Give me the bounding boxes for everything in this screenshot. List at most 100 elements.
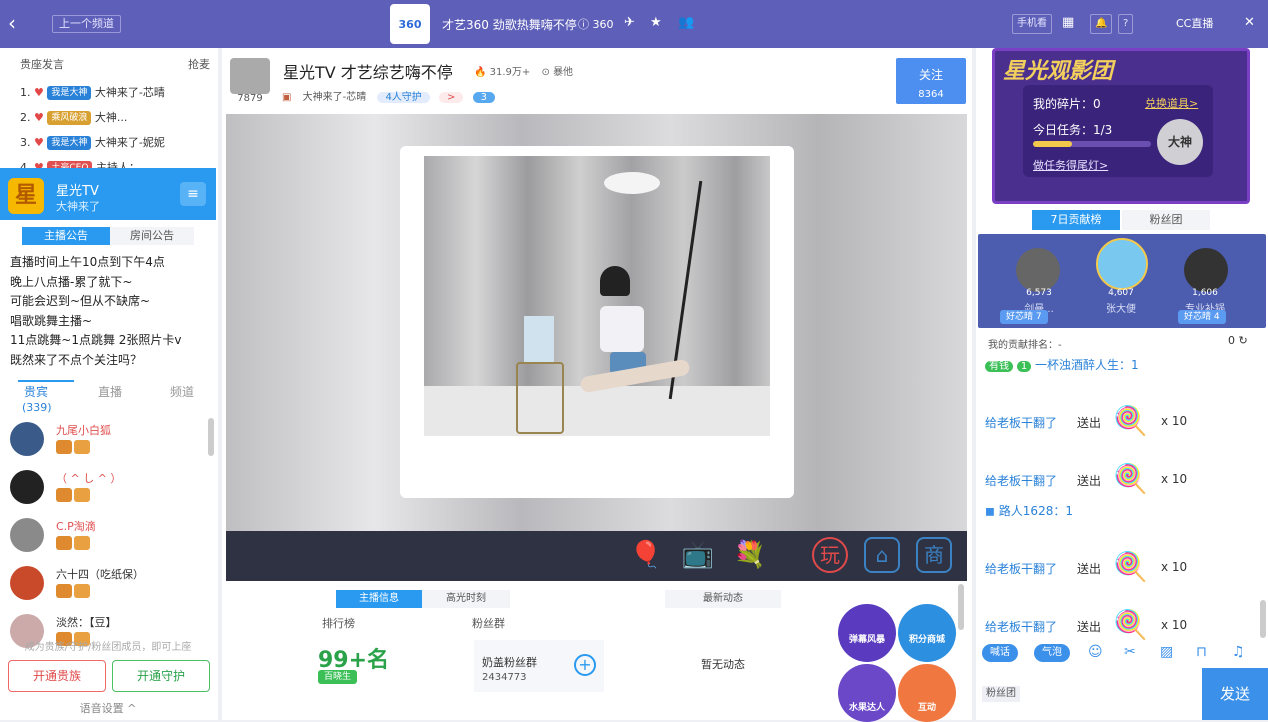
- banner-inner: 我的碎片：0 兑换道具> 今日任务：1/3 做任务得尾灯> 大神: [1023, 85, 1213, 177]
- bag-icon[interactable]: ⌂: [864, 537, 900, 573]
- fan-group-card[interactable]: 奶盖粉丝群 2434773 +: [474, 640, 604, 692]
- scrollbar[interactable]: [208, 418, 214, 456]
- add-icon[interactable]: +: [574, 654, 596, 676]
- star-icon[interactable]: ★: [650, 15, 662, 30]
- my-rank: 我的贡献排名：-: [988, 340, 1062, 351]
- rank-name: 大神...: [94, 111, 128, 124]
- tab-7day-rank[interactable]: 7日贡献榜: [1032, 210, 1120, 230]
- level-pill[interactable]: >: [439, 92, 464, 103]
- anchor-sub: 大神来了: [56, 200, 100, 213]
- room-id: 7879: [237, 93, 263, 104]
- open-noble-button[interactable]: 开通贵族: [8, 660, 106, 692]
- task-progress: [1033, 141, 1151, 147]
- room-avatar[interactable]: [230, 58, 270, 94]
- channel-title: 才艺360 劲歌热舞嗨不停: [442, 18, 577, 32]
- avatar: [10, 422, 44, 456]
- viewing-group-banner[interactable]: 星光观影团 我的碎片：0 兑换道具> 今日任务：1/3 做任务得尾灯> 大神: [992, 48, 1250, 204]
- rank-row[interactable]: 3. ♥ 我是大神 大神来了-妮妮: [20, 134, 216, 152]
- tab-live[interactable]: 直播: [98, 383, 122, 400]
- voice-settings[interactable]: 语音设置 ^: [0, 700, 216, 716]
- heat-info: 🔥 31.9万+ ⊙ 暴他: [474, 67, 574, 78]
- top1-avatar[interactable]: [1096, 238, 1148, 290]
- chevron-left-icon[interactable]: ‹: [8, 12, 16, 34]
- tab-fan-group[interactable]: 粉丝团: [1122, 210, 1210, 230]
- refresh-icon[interactable]: ↻: [1239, 334, 1248, 347]
- users-icon[interactable]: 👥: [678, 15, 694, 30]
- shout-button[interactable]: 喊话: [982, 644, 1018, 662]
- rank-row[interactable]: 2. ♥ 乘风破浪 大神...: [20, 109, 216, 127]
- rank-label: 排行榜: [322, 617, 355, 630]
- viewer-item[interactable]: C.P淘滴: [10, 518, 210, 562]
- fruit-master-icon[interactable]: [838, 664, 896, 722]
- menu-icon[interactable]: ≡: [180, 182, 206, 206]
- fan-tag-left: 好芯晴 7: [1000, 310, 1048, 324]
- bell-icon[interactable]: 🔔: [1090, 14, 1113, 34]
- tab-vip[interactable]: 贵宾: [24, 383, 48, 400]
- plane-icon[interactable]: ✈: [624, 15, 635, 30]
- viewer-name: 九尾小白狐: [56, 424, 111, 437]
- task-link[interactable]: 做任务得尾灯>: [1033, 157, 1108, 173]
- chat-message: 有钱 1 一杯浊酒醉人生：1: [985, 356, 1139, 376]
- interact-icon[interactable]: [898, 664, 956, 722]
- photo-card: [400, 146, 794, 498]
- tab-news[interactable]: 最新动态: [665, 590, 781, 608]
- bell-icon[interactable]: ♫: [1232, 644, 1245, 660]
- open-guard-button[interactable]: 开通守护: [112, 660, 210, 692]
- points-shop-label: 积分商城: [908, 635, 945, 645]
- viewer-item[interactable]: （ ^ し ^ ）: [10, 470, 210, 514]
- balloon-gift-icon[interactable]: 🎈: [628, 537, 664, 573]
- tv-gift-icon[interactable]: 📺: [680, 537, 716, 573]
- grab-mic-button[interactable]: 抢麦: [188, 56, 210, 72]
- crown-icon: [56, 488, 72, 502]
- notice-line: 直播时间上午10点到下午4点: [10, 255, 165, 269]
- prev-channel-button[interactable]: 上一个频道: [52, 15, 121, 33]
- fans-pill[interactable]: 3: [472, 92, 495, 103]
- medal-icon: [74, 440, 90, 454]
- tab-channel[interactable]: 频道: [170, 383, 194, 400]
- chat-input[interactable]: 粉丝团: [978, 668, 1200, 720]
- lamp-shade: [604, 172, 660, 194]
- guard-pill[interactable]: 4人守护: [377, 92, 430, 103]
- stream-image: [424, 156, 770, 436]
- heart-icon: ♥: [34, 111, 44, 124]
- crown-icon: [56, 440, 72, 454]
- tab-anchor-info[interactable]: 主播信息: [336, 590, 422, 608]
- floor: [424, 386, 770, 436]
- emoji-icon[interactable]: ☺: [1088, 644, 1103, 660]
- grid-icon[interactable]: ▦: [1062, 15, 1074, 30]
- rank-row[interactable]: 1. ♥ 我是大神 大神来了-芯晴: [20, 84, 216, 102]
- tab-highlights[interactable]: 高光时刻: [422, 590, 510, 608]
- bubble-button[interactable]: 气泡: [1034, 644, 1070, 662]
- top3-podium: 6,573 4,607 1,606 剑曼... 张大便 专业补锅 好芯晴 7 好…: [978, 234, 1266, 328]
- chat-scrollbar[interactable]: [1260, 600, 1266, 638]
- top2-avatar[interactable]: [1016, 248, 1060, 292]
- phone-watch-button[interactable]: 手机看: [1012, 14, 1052, 34]
- video-player[interactable]: [226, 114, 967, 531]
- tab-anchor-notice[interactable]: 主播公告: [22, 227, 110, 245]
- rank-no: 2.: [20, 111, 31, 124]
- channel-id: ⓘ 360: [578, 18, 614, 31]
- send-button[interactable]: 发送: [1202, 668, 1268, 720]
- play-icon[interactable]: 玩: [812, 537, 848, 573]
- bouquet-gift-icon[interactable]: 💐: [732, 537, 768, 573]
- tab-room-notice[interactable]: 房间公告: [110, 227, 194, 245]
- plates-scrollbar[interactable]: [958, 584, 964, 630]
- top3-avatar[interactable]: [1184, 248, 1228, 292]
- help-icon[interactable]: ?: [1118, 14, 1134, 34]
- lock-icon[interactable]: ⊓: [1196, 644, 1207, 660]
- image-icon[interactable]: ▨: [1160, 644, 1173, 660]
- viewer-item[interactable]: 六十四（吃纸保）: [10, 566, 210, 610]
- viewer-name: （ ^ し ^ ）: [56, 472, 122, 485]
- box: [524, 316, 554, 362]
- heart-icon: ♥: [34, 86, 44, 99]
- scissors-icon[interactable]: ✂: [1124, 644, 1136, 660]
- channel-logo: 360: [390, 4, 430, 44]
- follow-button[interactable]: 关注 8364: [896, 58, 966, 104]
- anchor-card[interactable]: 星 星光TV 大神来了 ≡: [0, 168, 216, 220]
- shop-icon[interactable]: 商: [916, 537, 952, 573]
- avatar: [10, 518, 44, 552]
- exchange-link[interactable]: 兑换道具>: [1145, 95, 1198, 111]
- viewer-item[interactable]: 九尾小白狐: [10, 422, 210, 466]
- tab-underline: [18, 380, 74, 382]
- close-icon[interactable]: ✕: [1244, 15, 1255, 30]
